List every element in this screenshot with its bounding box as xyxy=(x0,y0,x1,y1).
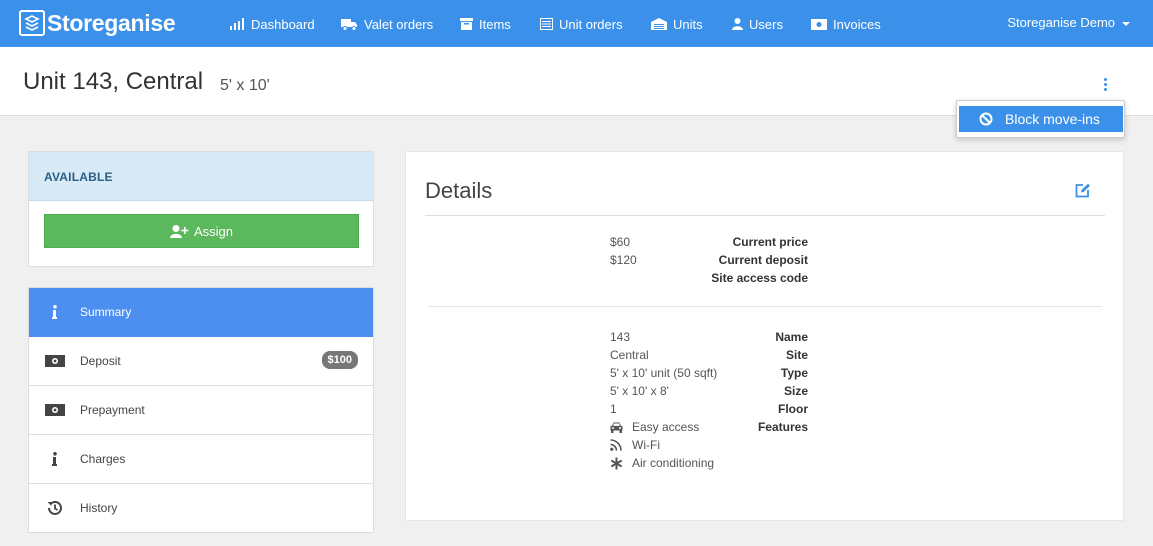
menu-item-label: Deposit xyxy=(80,354,121,368)
nav-label: Unit orders xyxy=(559,16,623,32)
nav-valet-orders[interactable]: Valet orders xyxy=(341,15,433,33)
block-move-ins-menu-item[interactable]: Block move-ins xyxy=(959,106,1123,132)
field-value: 1 xyxy=(610,402,617,416)
unit-row: Floor 1 xyxy=(408,400,808,418)
menu-item-label: Summary xyxy=(80,305,132,319)
unit-info-list: Name 143 Site Central Type 5' x 10' unit… xyxy=(408,328,808,472)
menu-item-label: Charges xyxy=(80,452,126,466)
field-label: Floor xyxy=(778,402,808,416)
pricing-row: Site access code xyxy=(408,269,808,287)
unit-row: Name 143 xyxy=(408,328,808,346)
nav-label: Units xyxy=(673,16,703,32)
details-title: Details xyxy=(425,178,493,203)
menu-item-label: History xyxy=(80,501,118,515)
top-navbar: Storeganise Dashboard Valet orders Items… xyxy=(0,0,1153,47)
nav-unit-orders[interactable]: Unit orders xyxy=(540,15,623,33)
nav-label: Items xyxy=(479,16,511,32)
money-icon xyxy=(811,18,827,30)
field-label: Current price xyxy=(732,235,808,249)
unit-row: Size 5' x 10' x 8' xyxy=(408,382,808,400)
rss-icon xyxy=(610,439,622,451)
field-value: Central xyxy=(610,348,649,362)
page-title: Unit 143, Central xyxy=(23,68,204,95)
pricing-row: Current deposit $120 xyxy=(408,251,808,269)
menu-item-history[interactable]: History xyxy=(29,484,373,532)
menu-item-label: Block move-ins xyxy=(1005,111,1100,127)
unit-row: Type 5' x 10' unit (50 sqft) xyxy=(408,364,808,382)
field-value: 5' x 10' unit (50 sqft) xyxy=(610,366,718,380)
field-value: $120 xyxy=(610,253,637,267)
brand-logo[interactable]: Storeganise xyxy=(19,9,176,36)
feature-label: Easy access xyxy=(632,420,700,434)
account-menu[interactable]: Storeganise Demo xyxy=(1007,15,1130,30)
nav-label: Invoices xyxy=(833,16,881,32)
pricing-list: Current price $60 Current deposit $120 S… xyxy=(408,233,808,287)
unit-row: Site Central xyxy=(408,346,808,364)
status-card: AVAILABLE Assign xyxy=(28,151,374,267)
bar-chart-icon xyxy=(230,18,244,30)
status-badge: AVAILABLE xyxy=(29,152,373,201)
feature-label: Air conditioning xyxy=(632,456,715,470)
field-label: Current deposit xyxy=(718,253,808,267)
actions-dropdown: Block move-ins xyxy=(956,100,1125,138)
assign-button[interactable]: Assign xyxy=(44,214,359,248)
history-icon xyxy=(44,500,66,516)
warehouse-icon xyxy=(651,18,667,30)
field-label: Name xyxy=(775,330,808,344)
features-row: Features Easy access xyxy=(408,418,808,436)
logo-mark-icon xyxy=(19,10,45,36)
features-row: Wi-Fi xyxy=(408,436,808,454)
field-value: $60 xyxy=(610,235,631,249)
unit-size: 5' x 10' xyxy=(220,77,270,94)
account-name: Storeganise Demo xyxy=(1007,15,1115,30)
money-icon xyxy=(44,402,66,418)
features-row: Air conditioning xyxy=(408,454,808,472)
nav-invoices[interactable]: Invoices xyxy=(811,15,881,33)
list-icon xyxy=(540,18,553,30)
field-value: 5' x 10' x 8' xyxy=(610,384,669,398)
nav-users[interactable]: Users xyxy=(732,15,783,33)
menu-item-deposit[interactable]: Deposit $100 xyxy=(29,337,373,386)
divider xyxy=(428,306,1102,307)
divider xyxy=(425,215,1105,216)
caret-down-icon xyxy=(1122,21,1130,26)
ban-icon xyxy=(979,112,993,126)
unit-side-menu: Summary Deposit $100 Prepayment Charges … xyxy=(28,287,374,533)
nav-label: Users xyxy=(749,16,783,32)
car-icon xyxy=(610,422,623,433)
feature-item: Wi-Fi xyxy=(610,436,660,454)
menu-item-charges[interactable]: Charges xyxy=(29,435,373,484)
field-label: Site xyxy=(785,348,808,362)
money-icon xyxy=(44,353,66,369)
user-plus-icon xyxy=(169,224,189,238)
user-icon xyxy=(732,18,743,30)
deposit-badge: $100 xyxy=(321,351,358,369)
asterisk-icon xyxy=(610,457,623,469)
pricing-row: Current price $60 xyxy=(408,233,808,251)
truck-icon xyxy=(341,18,357,31)
nav-label: Valet orders xyxy=(364,16,434,32)
more-options-icon[interactable] xyxy=(1102,78,1108,92)
feature-item: Easy access xyxy=(610,418,699,436)
assign-label: Assign xyxy=(193,223,234,239)
feature-label: Wi-Fi xyxy=(632,438,660,452)
edit-icon[interactable] xyxy=(1075,183,1091,198)
info-icon xyxy=(44,304,66,320)
menu-item-label: Prepayment xyxy=(80,403,145,417)
field-value: 143 xyxy=(610,330,631,344)
nav-label: Dashboard xyxy=(251,16,315,32)
archive-icon xyxy=(460,18,473,30)
menu-item-prepayment[interactable]: Prepayment xyxy=(29,386,373,435)
info-icon xyxy=(44,451,66,467)
brand-name: Storeganise xyxy=(47,9,176,36)
nav-dashboard[interactable]: Dashboard xyxy=(229,15,315,33)
menu-item-summary[interactable]: Summary xyxy=(29,288,373,337)
field-label: Site access code xyxy=(711,271,808,285)
feature-item: Air conditioning xyxy=(610,454,714,472)
nav-items[interactable]: Items xyxy=(460,15,511,33)
nav-units[interactable]: Units xyxy=(651,15,703,33)
details-card: Details Current price $60 Current deposi… xyxy=(405,151,1124,521)
